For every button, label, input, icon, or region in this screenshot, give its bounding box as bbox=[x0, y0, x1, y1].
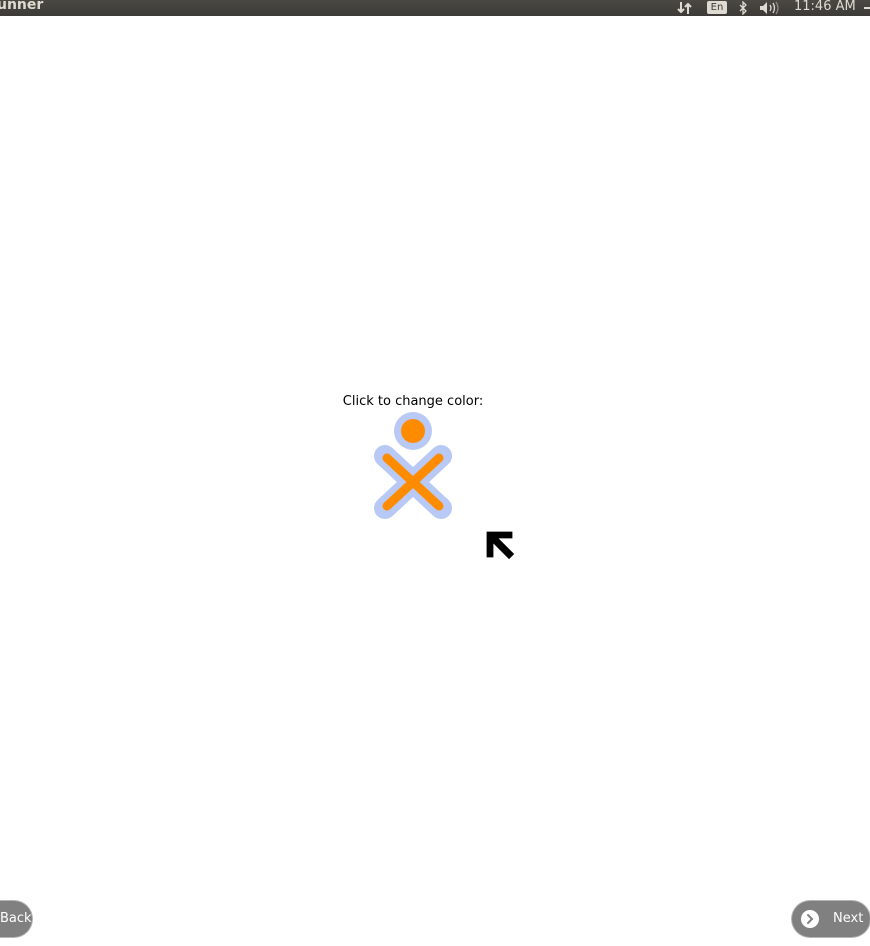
keyboard-layout-icon[interactable]: En bbox=[707, 1, 727, 14]
change-color-prompt: Click to change color: bbox=[342, 394, 484, 409]
session-gear-icon[interactable] bbox=[864, 0, 870, 16]
top-panel: unner En 11:46 AM bbox=[0, 0, 870, 16]
next-button-label: Next bbox=[833, 911, 864, 926]
next-button[interactable]: Next bbox=[792, 901, 870, 937]
chevron-right-icon bbox=[801, 910, 819, 928]
clock[interactable]: 11:46 AM bbox=[794, 0, 856, 14]
mouse-pointer-icon bbox=[482, 528, 520, 564]
bluetooth-icon[interactable] bbox=[736, 0, 750, 16]
network-icon[interactable] bbox=[677, 0, 693, 16]
app-title: unner bbox=[0, 0, 44, 13]
back-button-label: Back bbox=[0, 911, 32, 926]
volume-icon[interactable] bbox=[759, 0, 781, 16]
back-button[interactable]: Back bbox=[0, 901, 32, 937]
xo-color-icon[interactable] bbox=[373, 410, 453, 520]
